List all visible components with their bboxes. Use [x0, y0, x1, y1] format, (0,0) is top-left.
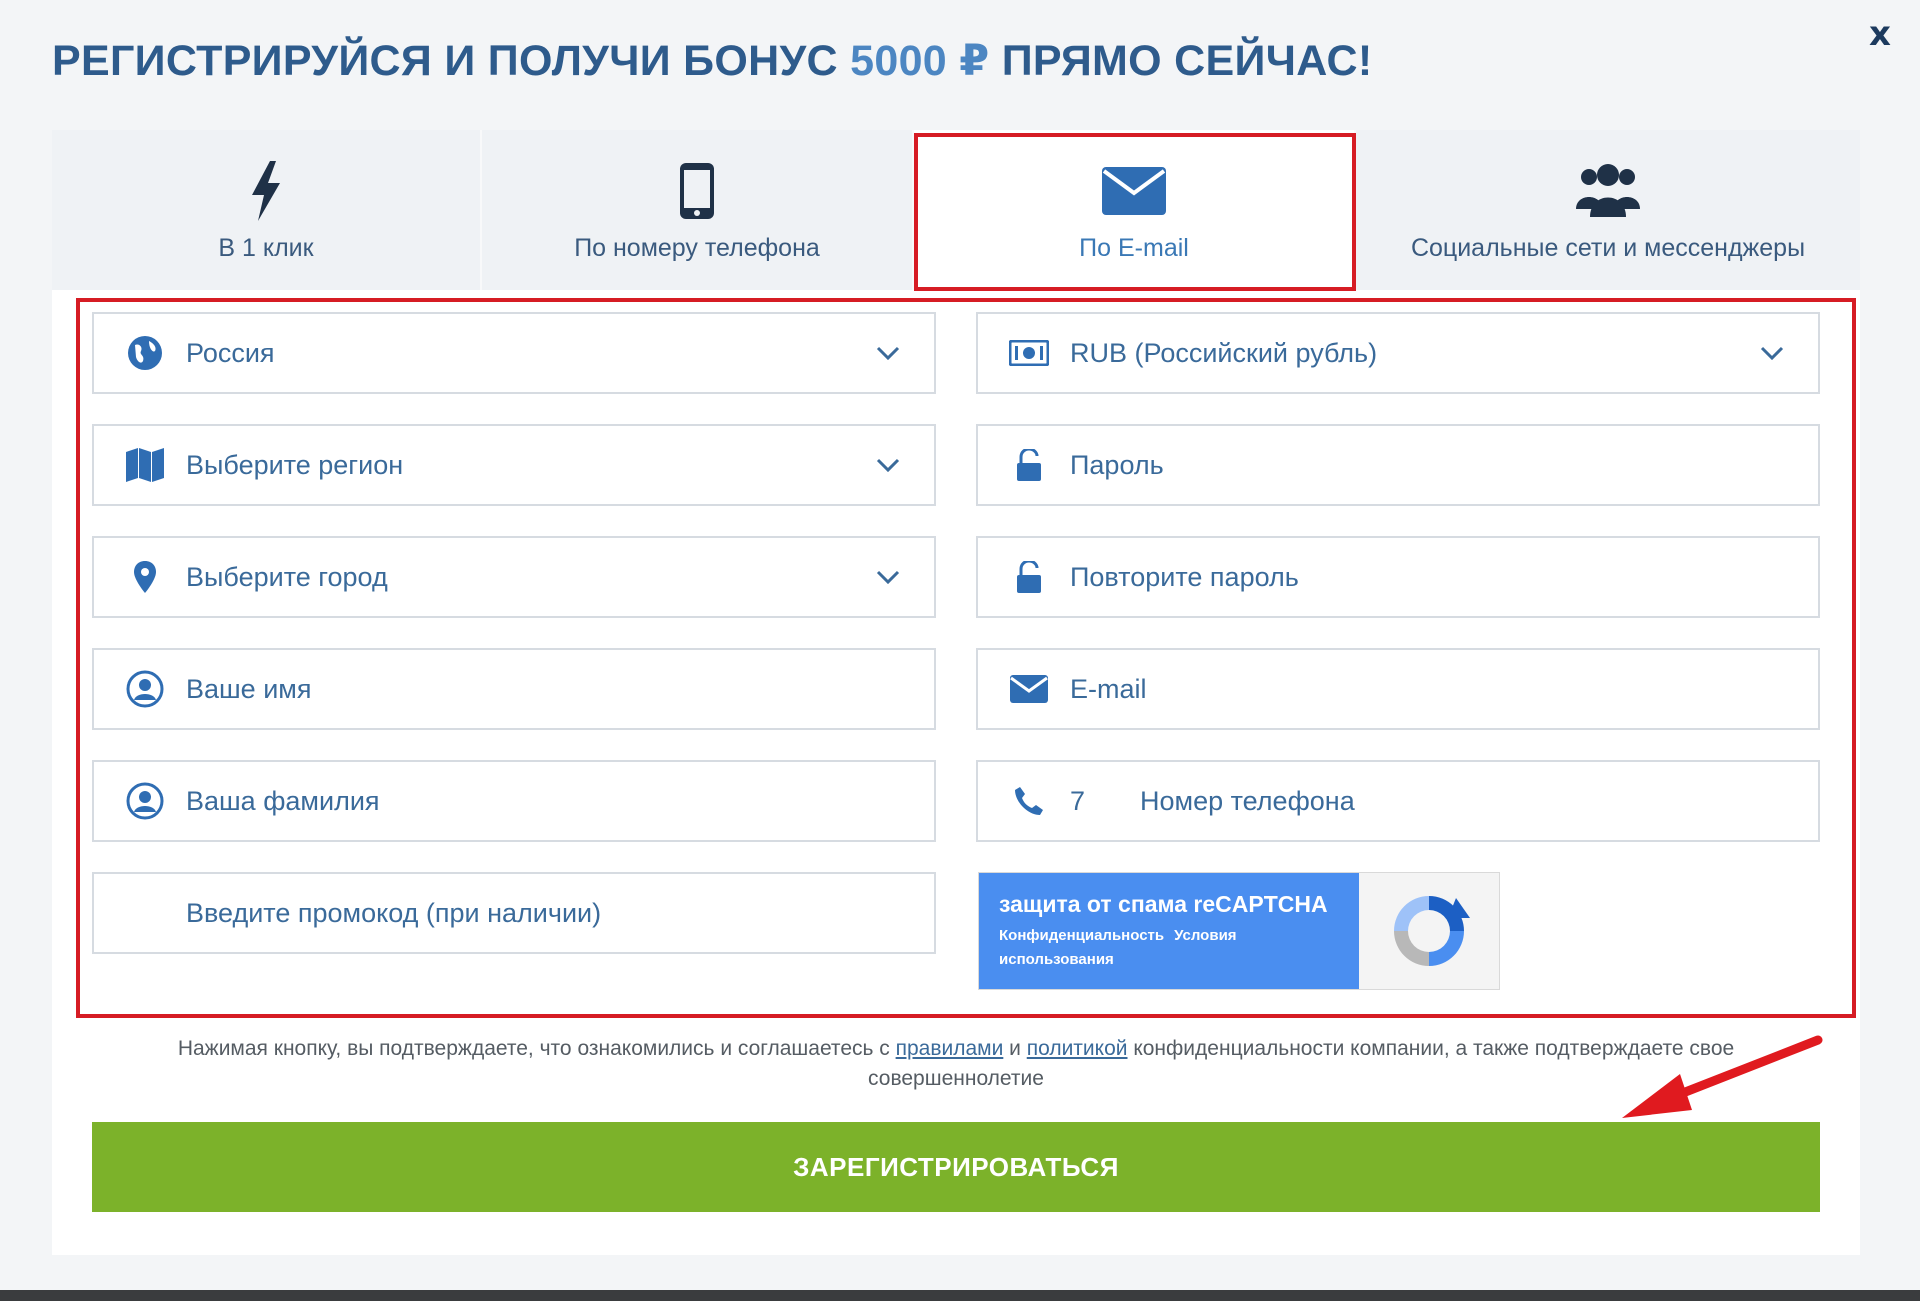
password-placeholder: Пароль: [1070, 449, 1164, 480]
email-input[interactable]: E-mail: [976, 648, 1820, 730]
first-name-placeholder: Ваше имя: [186, 673, 312, 704]
title-text-end: ПРЯМО СЕЙЧАС!: [989, 37, 1373, 85]
city-select[interactable]: Выберите город: [92, 536, 936, 618]
currency-select[interactable]: RUB (Российский рубль): [976, 312, 1820, 394]
region-select[interactable]: Выберите регион: [92, 424, 936, 506]
user-circle-icon: [120, 782, 170, 820]
disclaimer-text-1: Нажимая кнопку, вы подтверждаете, что оз…: [177, 1037, 896, 1060]
last-name-input[interactable]: Ваша фамилия: [92, 760, 936, 842]
map-icon: [120, 448, 170, 482]
title-bonus-amount: 5000 ₽: [850, 37, 990, 85]
promo-placeholder: Введите промокод (при наличии): [186, 897, 602, 928]
envelope-icon: [1102, 160, 1166, 222]
chevron-down-icon: [868, 458, 908, 472]
tab-label: Социальные сети и мессенджеры: [1410, 234, 1806, 262]
password-repeat-input[interactable]: Повторите пароль: [976, 536, 1820, 618]
banknote-icon: [1004, 340, 1054, 366]
region-placeholder: Выберите регион: [186, 449, 404, 480]
terms-disclaimer: Нажимая кнопку, вы подтверждаете, что оз…: [120, 1034, 1792, 1094]
registration-dialog: x РЕГИСТРИРУЙСЯ И ПОЛУЧИ БОНУС 5000 ₽ ПР…: [0, 0, 1920, 1290]
policy-link[interactable]: политикой: [1027, 1037, 1128, 1060]
tab-one-click[interactable]: В 1 клик: [52, 130, 482, 290]
tab-label: По номеру телефона: [574, 234, 820, 262]
dialog-title: РЕГИСТРИРУЙСЯ И ПОЛУЧИ БОНУС 5000 ₽ ПРЯМ…: [52, 36, 1372, 86]
smartphone-icon: [678, 160, 716, 222]
phone-country-code: 7: [1070, 785, 1086, 816]
recaptcha-privacy-link[interactable]: Конфиденциальность: [999, 927, 1164, 944]
recaptcha-logo-icon: [1359, 873, 1499, 989]
tab-label: В 1 клик: [218, 234, 314, 262]
tab-phone[interactable]: По номеру телефона: [482, 130, 914, 290]
disclaimer-text-2: и: [1003, 1037, 1027, 1060]
lightning-icon: [248, 160, 284, 222]
password-input[interactable]: Пароль: [976, 424, 1820, 506]
users-group-icon: [1576, 160, 1640, 222]
rules-link[interactable]: правилами: [896, 1037, 1004, 1060]
country-value: Россия: [186, 337, 275, 368]
last-name-placeholder: Ваша фамилия: [186, 785, 380, 816]
envelope-icon: [1004, 675, 1054, 703]
tab-label: По E-mail: [1079, 234, 1189, 262]
lock-icon: [1004, 449, 1054, 481]
tab-email[interactable]: По E-mail: [914, 130, 1356, 290]
country-select[interactable]: Россия: [92, 312, 936, 394]
bottom-edge-bar: [0, 1290, 1920, 1301]
phone-placeholder: Номер телефона: [1140, 785, 1355, 816]
location-pin-icon: [120, 561, 170, 593]
close-button[interactable]: x: [1862, 14, 1898, 54]
password-repeat-placeholder: Повторите пароль: [1070, 561, 1299, 592]
city-placeholder: Выберите город: [186, 561, 388, 592]
recaptcha-title: защита от спама reCAPTCHA: [999, 891, 1328, 917]
phone-icon: [1004, 786, 1054, 816]
lock-icon: [1004, 561, 1054, 593]
recaptcha-text-panel: защита от спама reCAPTCHA Конфиденциальн…: [979, 873, 1359, 989]
tab-social[interactable]: Социальные сети и мессенджеры: [1356, 130, 1860, 290]
promo-code-input[interactable]: Введите промокод (при наличии): [92, 872, 936, 954]
chevron-down-icon: [1752, 346, 1792, 360]
register-button[interactable]: ЗАРЕГИСТРИРОВАТЬСЯ: [92, 1122, 1820, 1212]
globe-icon: [120, 335, 170, 371]
phone-input[interactable]: 7 Номер телефона: [976, 760, 1820, 842]
first-name-input[interactable]: Ваше имя: [92, 648, 936, 730]
chevron-down-icon: [868, 346, 908, 360]
email-placeholder: E-mail: [1070, 673, 1147, 704]
registration-method-tabs: В 1 клик По номеру телефона По E-mail Со…: [52, 130, 1860, 290]
chevron-down-icon: [868, 570, 908, 584]
title-text-start: РЕГИСТРИРУЙСЯ И ПОЛУЧИ БОНУС: [52, 37, 851, 85]
currency-value: RUB (Российский рубль): [1070, 337, 1378, 368]
user-circle-icon: [120, 670, 170, 708]
recaptcha-badge[interactable]: защита от спама reCAPTCHA Конфиденциальн…: [978, 872, 1500, 990]
recaptcha-links: Конфиденциальность Условия использования: [999, 924, 1359, 972]
